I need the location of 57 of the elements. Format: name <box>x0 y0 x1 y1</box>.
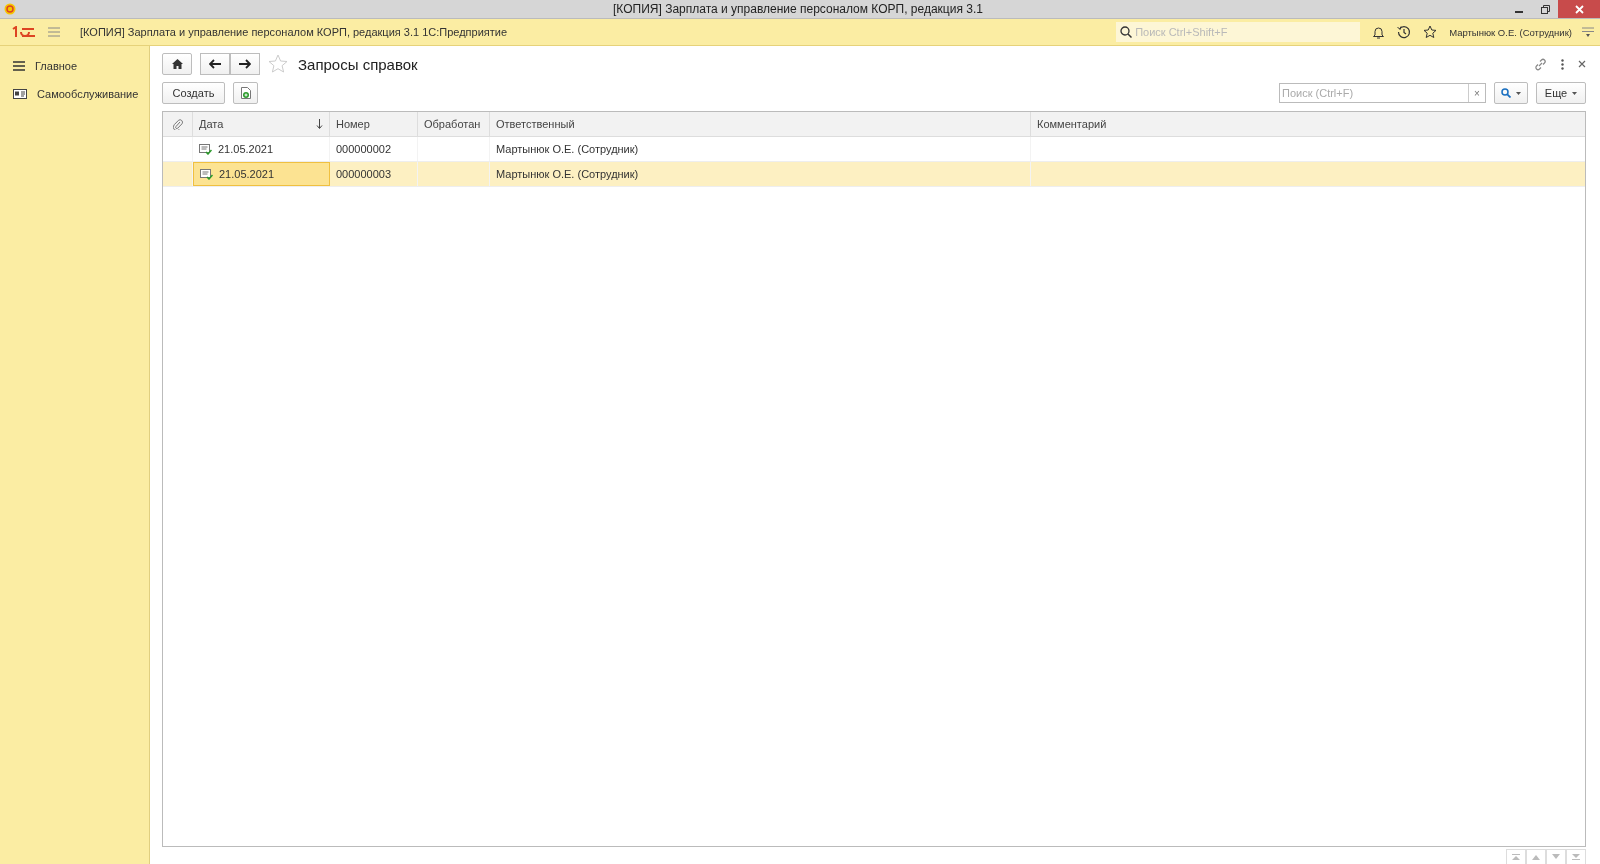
form-title: Запросы справок <box>298 55 418 73</box>
link-icon[interactable] <box>1534 57 1547 71</box>
table-cell: 21.05.2021 <box>218 143 274 155</box>
search-field[interactable]: Поиск Ctrl+Shift+F <box>1116 22 1361 42</box>
search-icon <box>1120 26 1133 38</box>
column-header[interactable]: Обработан <box>418 112 490 136</box>
document-icon <box>200 168 213 180</box>
arrow-down-icon <box>1552 854 1560 860</box>
logo-icon <box>12 26 36 38</box>
column-header[interactable]: Комментарий <box>1031 112 1585 136</box>
bell-icon[interactable] <box>1372 25 1386 39</box>
close-button[interactable] <box>1558 0 1600 18</box>
logo-icon <box>4 3 16 15</box>
table-row[interactable]: 21.05.2021 000000003 Мартынюк О.Е. (Сотрудник) <box>163 162 1585 187</box>
skip-up-icon <box>1512 854 1520 860</box>
app-title: [КОПИЯ] Зарплата и управление персоналом КОРП, редакция 3.1 1С:Предприятие <box>80 26 508 38</box>
table-cell: Мартынюк О.Е. (Сотрудник) <box>496 168 639 180</box>
star-icon[interactable] <box>1423 25 1438 39</box>
table-cell: Мартынюк О.Е. (Сотрудник) <box>496 143 639 155</box>
search-field[interactable]: Поиск (Ctrl+F) × <box>1279 83 1486 103</box>
arrow-up-icon <box>1532 854 1540 860</box>
caret-icon <box>1516 91 1521 95</box>
history-icon[interactable] <box>1397 25 1412 39</box>
document-icon <box>199 143 212 155</box>
search-icon <box>1501 88 1511 98</box>
arrow-left-icon <box>209 59 221 69</box>
column-header[interactable]: Дата <box>193 112 330 136</box>
user-name[interactable]: Мартынюк О.Е. (Сотрудник) <box>1449 26 1572 38</box>
more-button[interactable]: Еще <box>1536 82 1586 104</box>
skip-down-icon <box>1572 854 1580 860</box>
document-add-icon <box>240 87 251 99</box>
create-button[interactable]: Создать <box>162 82 225 104</box>
arrow-right-icon <box>239 59 251 69</box>
menu-icon <box>13 61 25 71</box>
back-button[interactable] <box>200 53 230 75</box>
table-cell: 000000002 <box>336 143 392 155</box>
sidebar-item[interactable]: Самообслуживание <box>0 80 149 108</box>
home-button[interactable] <box>162 53 192 75</box>
table-cell: 21.05.2021 <box>219 168 275 180</box>
home-icon <box>171 59 183 69</box>
restore-icon <box>1540 4 1550 14</box>
search-button[interactable] <box>1494 82 1528 104</box>
table-cell: 000000003 <box>336 168 392 180</box>
window-title: [КОПИЯ] Зарплата и управление персоналом КОРП, редакция 3.1 <box>612 1 984 18</box>
column-header[interactable]: Ответственный <box>490 112 1031 136</box>
column-header[interactable]: Номер <box>330 112 418 136</box>
caret-icon <box>1572 91 1578 95</box>
menu-icon[interactable] <box>1582 26 1594 38</box>
id-card-icon <box>13 89 27 99</box>
forward-button[interactable] <box>230 53 260 75</box>
search-field[interactable]: Поиск Ctrl+Shift+F <box>1135 23 1356 41</box>
sidebar-item[interactable]: Главное <box>0 52 149 80</box>
paperclip-icon <box>172 118 183 130</box>
close-icon <box>1574 4 1584 14</box>
close-icon[interactable] <box>1578 60 1586 68</box>
more-icon[interactable] <box>1561 58 1564 70</box>
copy-document-button[interactable] <box>233 82 258 104</box>
